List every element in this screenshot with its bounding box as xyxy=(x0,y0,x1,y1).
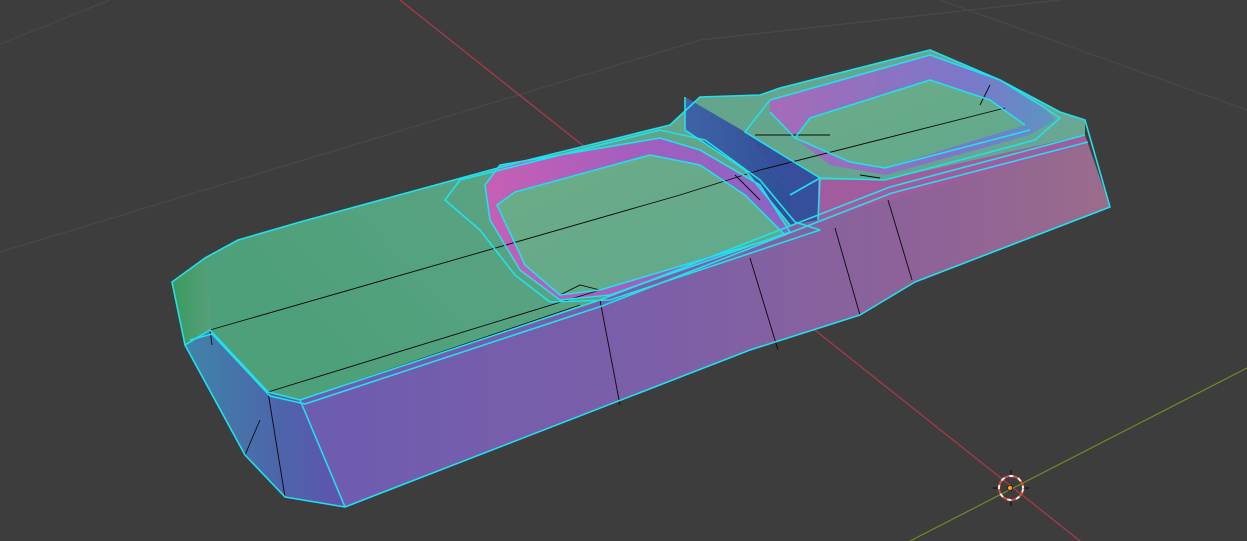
mesh-object[interactable] xyxy=(171,49,1111,508)
y-axis-line xyxy=(909,367,1247,541)
3d-viewport[interactable] xyxy=(0,0,1247,541)
object-origin-icon xyxy=(1007,484,1014,491)
